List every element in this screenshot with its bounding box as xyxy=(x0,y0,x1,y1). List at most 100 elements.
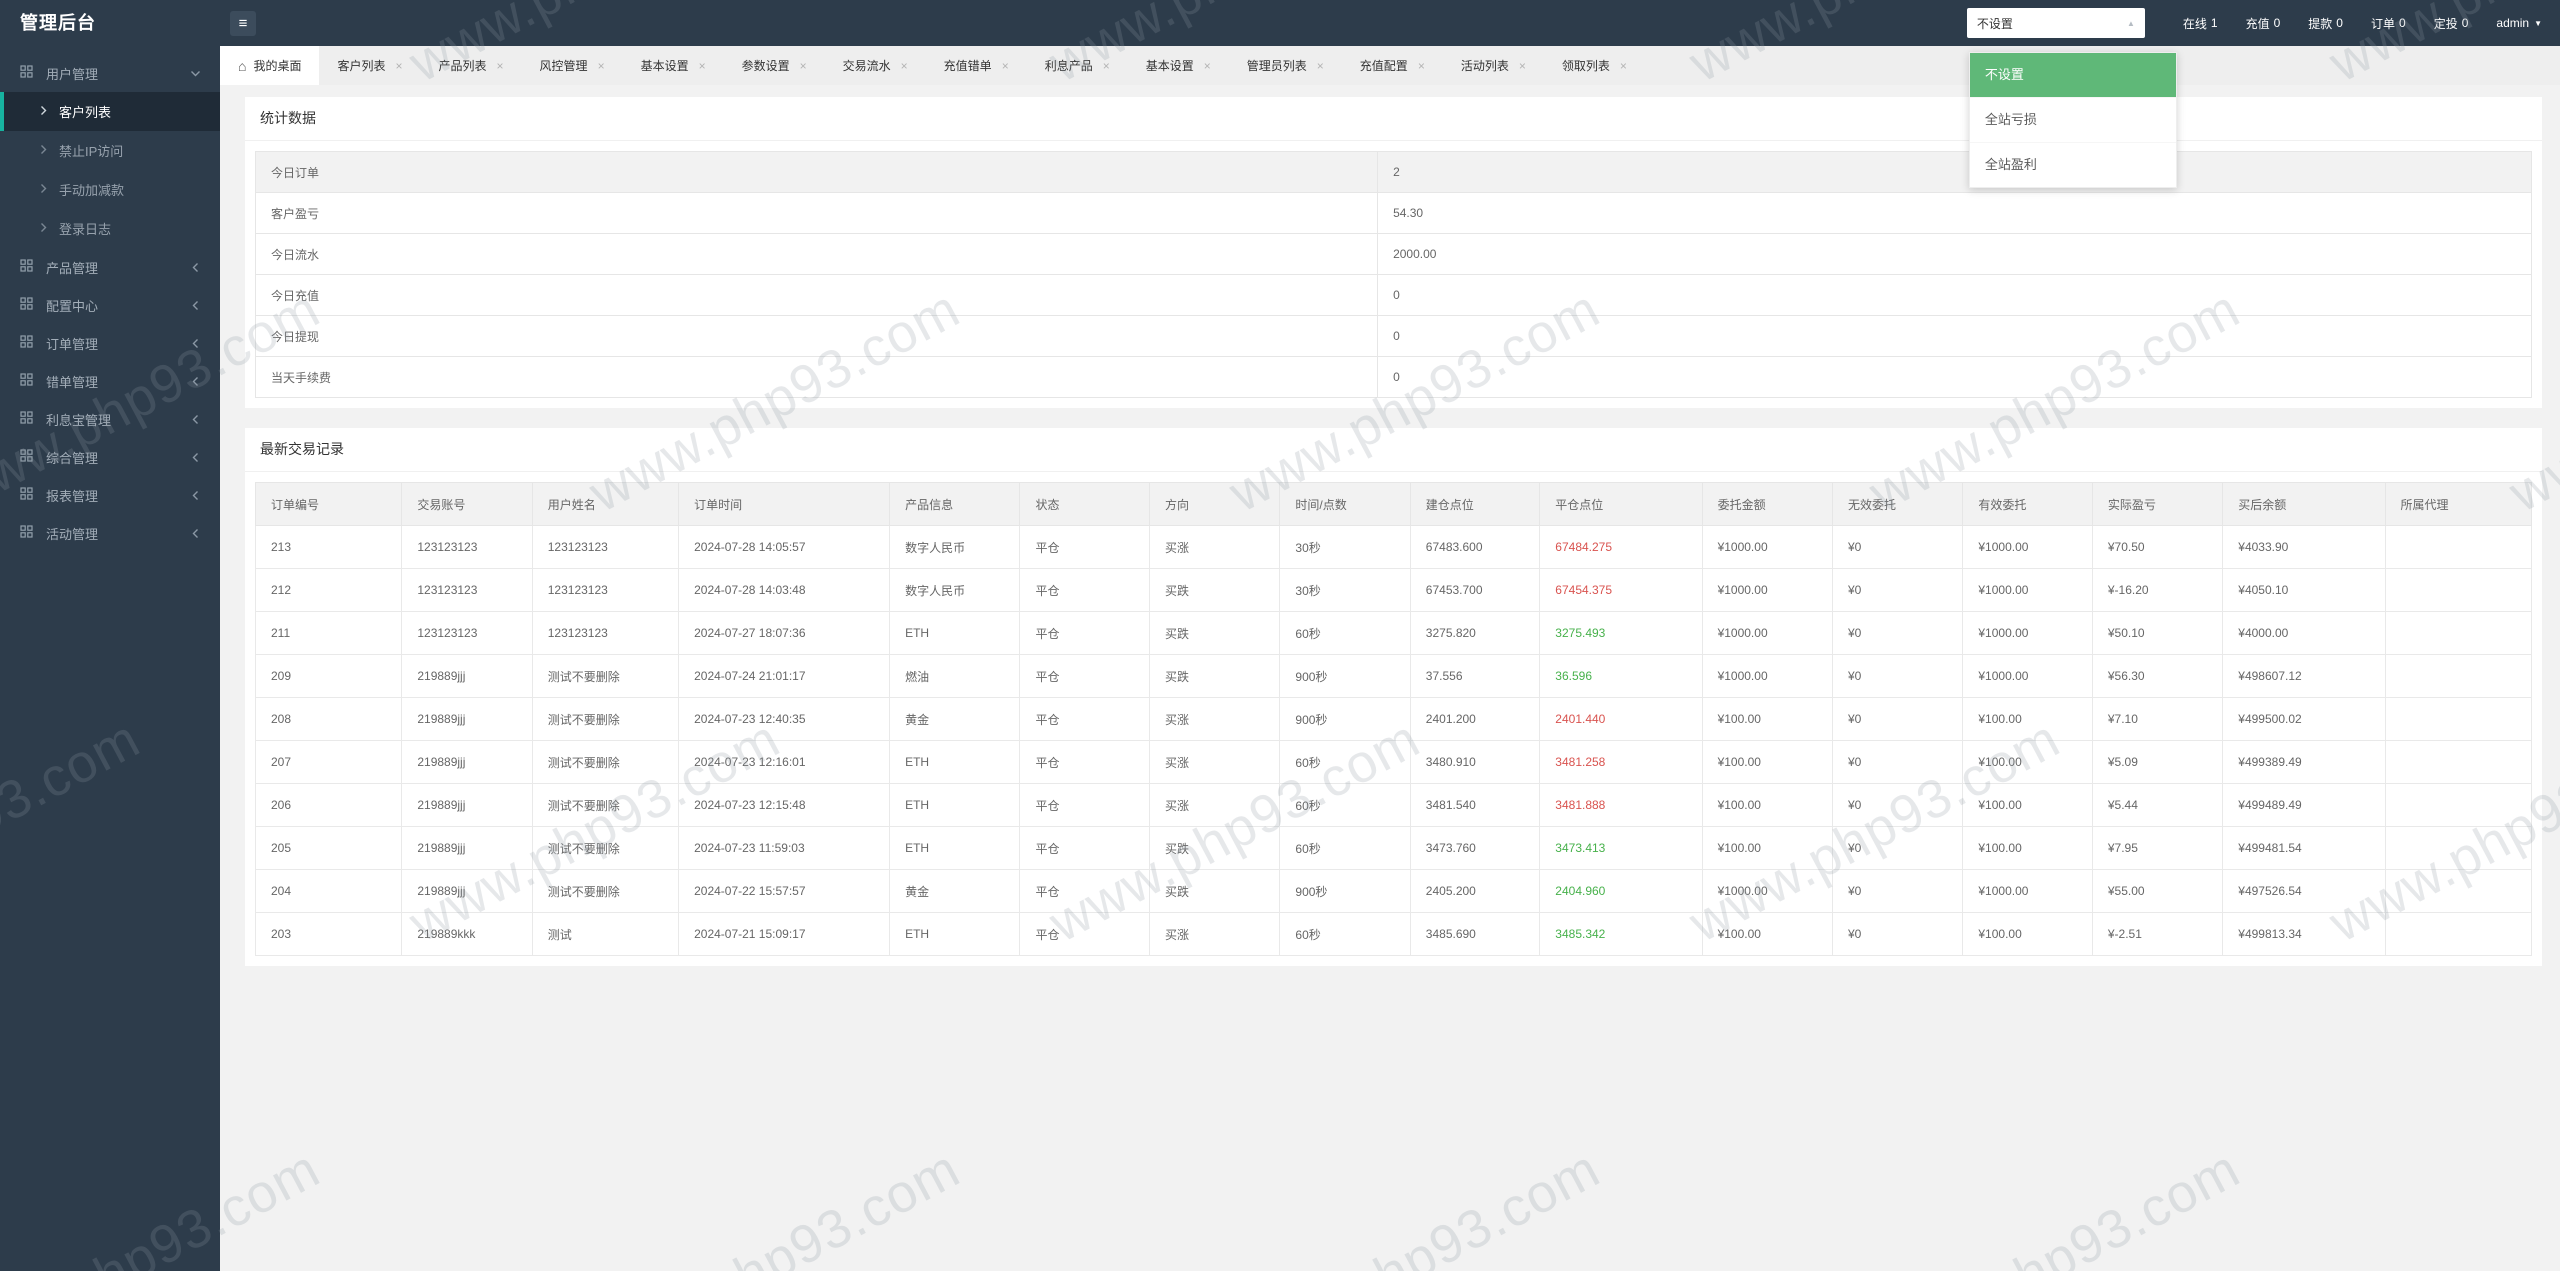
sidebar-subitem-客户列表[interactable]: 客户列表 xyxy=(0,92,220,131)
sidebar-item-综合管理[interactable]: 综合管理 xyxy=(0,438,220,476)
cell: ¥1000.00 xyxy=(1701,869,1833,913)
tab-领取列表[interactable]: 领取列表 × xyxy=(1544,46,1645,85)
tab-风控管理[interactable]: 风控管理 × xyxy=(522,46,623,85)
cell: ¥4033.90 xyxy=(2222,525,2386,569)
tab-close-icon[interactable]: × xyxy=(1317,59,1324,73)
sidebar-item-产品管理[interactable]: 产品管理 xyxy=(0,248,220,286)
counter-label: 提款 xyxy=(2308,16,2333,31)
tab-充值错单[interactable]: 充值错单 × xyxy=(926,46,1027,85)
cell: 3480.910 xyxy=(1409,740,1541,784)
tab-close-icon[interactable]: × xyxy=(1519,59,1526,73)
tab-close-icon[interactable]: × xyxy=(396,59,403,73)
cell: ¥100.00 xyxy=(1701,912,1833,956)
tab-充值配置[interactable]: 充值配置 × xyxy=(1342,46,1443,85)
sidebar-item-错单管理[interactable]: 错单管理 xyxy=(0,362,220,400)
cell: ¥5.44 xyxy=(2091,783,2224,827)
cell: 2024-07-23 12:40:35 xyxy=(678,697,891,741)
tab-label: 基本设置 xyxy=(1145,59,1194,73)
column-header: 有效委托 xyxy=(1962,482,2093,526)
cell: 123123123 xyxy=(531,611,680,655)
tab-close-icon[interactable]: × xyxy=(901,59,908,73)
stat-label: 今日提现 xyxy=(254,315,1379,357)
tab-我的桌面[interactable]: ⌂ 我的桌面 xyxy=(220,46,320,85)
tab-close-icon[interactable]: × xyxy=(1103,59,1110,73)
cell: ¥70.50 xyxy=(2091,525,2224,569)
tab-close-icon[interactable]: × xyxy=(497,59,504,73)
cell: 测试不要删除 xyxy=(531,783,680,827)
tab-基本设置[interactable]: 基本设置 × xyxy=(1128,46,1229,85)
tab-客户列表[interactable]: 客户列表 × xyxy=(319,46,420,85)
tab-利息产品[interactable]: 利息产品 × xyxy=(1027,46,1128,85)
sidebar-item-报表管理[interactable]: 报表管理 xyxy=(0,476,220,514)
close-price-cell: 3485.342 xyxy=(1539,912,1703,956)
topbar-counter-定投[interactable]: 定投 0 xyxy=(2434,15,2469,32)
dropdown-option[interactable]: 不设置 xyxy=(1969,53,2176,98)
tab-label: 基本设置 xyxy=(640,59,689,73)
counter-value: 0 xyxy=(2273,16,2281,30)
column-header: 所属代理 xyxy=(2384,482,2533,526)
cell: ¥0 xyxy=(1831,654,1964,698)
cell: 2024-07-27 18:07:36 xyxy=(678,611,891,655)
tab-产品列表[interactable]: 产品列表 × xyxy=(421,46,522,85)
tab-交易流水[interactable]: 交易流水 × xyxy=(825,46,926,85)
caret-down-icon: ▼ xyxy=(2534,18,2542,28)
dropdown-option[interactable]: 全站亏损 xyxy=(1969,98,2176,143)
sidebar-item-利息宝管理[interactable]: 利息宝管理 xyxy=(0,400,220,438)
cell: 2024-07-28 14:05:57 xyxy=(678,525,891,569)
cell: ¥0 xyxy=(1831,740,1964,784)
table-row: 207 219889jjj 测试不要删除 2024-07-23 12:16:01 ETH… xyxy=(254,740,2533,784)
cell: ¥100.00 xyxy=(1701,697,1833,741)
cell: 买涨 xyxy=(1148,740,1281,784)
cell xyxy=(2384,826,2533,870)
stats-card-title: 统计数据 xyxy=(245,97,2542,141)
topbar-counter-订单[interactable]: 订单 0 xyxy=(2371,15,2406,32)
close-price-cell: 3473.413 xyxy=(1539,826,1703,870)
cell: 黄金 xyxy=(889,697,1021,741)
dropdown-option[interactable]: 全站盈利 xyxy=(1970,143,2176,187)
hamburger-menu-button[interactable]: ≡ xyxy=(230,10,256,36)
cell: ¥-16.20 xyxy=(2091,568,2224,612)
sidebar-item-用户管理[interactable]: 用户管理 xyxy=(0,54,220,92)
tab-管理员列表[interactable]: 管理员列表 × xyxy=(1229,46,1342,85)
counter-label: 充值 xyxy=(2245,16,2270,31)
sidebar-item-配置中心[interactable]: 配置中心 xyxy=(0,286,220,324)
cell: 平仓 xyxy=(1019,697,1150,741)
user-menu[interactable]: admin ▼ xyxy=(2496,16,2542,30)
sidebar-subitem-禁止IP访问[interactable]: 禁止IP访问 xyxy=(0,131,220,170)
cell: ¥7.10 xyxy=(2091,697,2224,741)
cell: 测试不要删除 xyxy=(531,826,680,870)
cell: ¥4050.10 xyxy=(2222,568,2386,612)
profit-mode-select[interactable]: 不设置 ▲ xyxy=(1966,8,2145,38)
sidebar-subitem-手动加减款[interactable]: 手动加减款 xyxy=(0,170,220,209)
grid-icon xyxy=(20,259,33,275)
tab-label: 活动列表 xyxy=(1460,59,1509,73)
cell xyxy=(2384,525,2533,569)
cell: ¥499813.34 xyxy=(2222,912,2386,956)
tab-close-icon[interactable]: × xyxy=(1204,59,1211,73)
stat-value: 0 xyxy=(1377,356,2532,398)
tab-close-icon[interactable]: × xyxy=(1002,59,1009,73)
profit-mode-select-wrap: 不设置 ▲ 不设置 全站亏损 全站盈利 xyxy=(1966,8,2177,188)
sidebar-subitem-登录日志[interactable]: 登录日志 xyxy=(0,209,220,248)
column-header: 委托金额 xyxy=(1701,482,1833,526)
tab-基本设置[interactable]: 基本设置 × xyxy=(623,46,724,85)
tab-label: 风控管理 xyxy=(539,59,588,73)
cell: 2024-07-21 15:09:17 xyxy=(678,912,891,956)
tab-close-icon[interactable]: × xyxy=(1418,59,1425,73)
sidebar-item-活动管理[interactable]: 活动管理 xyxy=(0,514,220,552)
tab-close-icon[interactable]: × xyxy=(699,59,706,73)
cell: ¥497526.54 xyxy=(2222,869,2386,913)
tab-close-icon[interactable]: × xyxy=(598,59,605,73)
topbar-counter-在线[interactable]: 在线 1 xyxy=(2183,15,2218,32)
cell: 219889jjj xyxy=(401,869,533,913)
tab-活动列表[interactable]: 活动列表 × xyxy=(1443,46,1544,85)
topbar-counter-充值[interactable]: 充值 0 xyxy=(2246,15,2281,32)
sidebar-item-label: 活动管理 xyxy=(46,526,99,542)
tab-参数设置[interactable]: 参数设置 × xyxy=(724,46,825,85)
tab-close-icon[interactable]: × xyxy=(1620,59,1627,73)
tab-close-icon[interactable]: × xyxy=(800,59,807,73)
chevron-right-icon xyxy=(37,143,50,159)
cell: 2024-07-23 11:59:03 xyxy=(678,826,891,870)
topbar-counter-提款[interactable]: 提款 0 xyxy=(2308,15,2343,32)
sidebar-item-订单管理[interactable]: 订单管理 xyxy=(0,324,220,362)
